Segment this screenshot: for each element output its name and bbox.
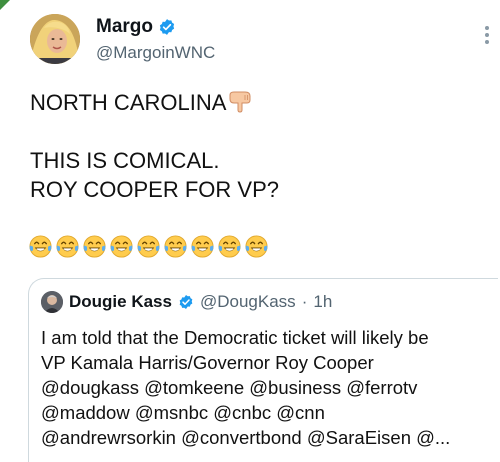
verified-badge-icon — [158, 18, 176, 36]
post-text: NORTH CAROLINA THIS IS COMICAL. ROY COOP… — [30, 88, 279, 204]
quoted-post-header: Dougie Kass @DougKass · 1h — [41, 291, 332, 313]
laughing-emoji-icon — [83, 235, 106, 258]
quoted-post-card[interactable]: Dougie Kass @DougKass · 1h I am told tha… — [28, 278, 498, 462]
laughing-emoji-icon — [245, 235, 268, 258]
quoted-line-2: VP Kamala Harris/Governor Roy Cooper — [41, 352, 374, 373]
more-options-icon[interactable] — [484, 26, 490, 44]
post-line-3: ROY COOPER FOR VP? — [30, 177, 279, 202]
quoted-line-1: I am told that the Democratic ticket wil… — [41, 327, 429, 348]
author-handle[interactable]: @MargoinWNC — [96, 43, 215, 63]
quoted-author-name[interactable]: Dougie Kass — [69, 292, 172, 312]
corner-mark — [0, 0, 10, 10]
quoted-line-3: @dougkass @tomkeene @business @ferrotv — [41, 377, 418, 398]
quoted-author-avatar[interactable] — [41, 291, 63, 313]
author-display-name[interactable]: Margo — [96, 16, 153, 38]
post-line-2: THIS IS COMICAL. — [30, 148, 220, 173]
quoted-separator: · — [301, 292, 308, 311]
laughing-emoji-icon — [56, 235, 79, 258]
laughing-emoji-icon — [137, 235, 160, 258]
laughing-emoji-row — [28, 234, 269, 259]
laughing-emoji-icon — [29, 235, 52, 258]
laughing-emoji-icon — [191, 235, 214, 258]
laughing-emoji-icon — [218, 235, 241, 258]
quoted-line-4: @maddow @msnbc @cnbc @cnn — [41, 402, 325, 423]
quoted-post-body: I am told that the Democratic ticket wil… — [41, 325, 450, 450]
quoted-author-handle[interactable]: @DougKass — [200, 292, 296, 312]
quoted-timestamp[interactable]: 1h — [313, 292, 332, 312]
laughing-emoji-icon — [164, 235, 187, 258]
avatar[interactable] — [30, 14, 80, 64]
laughing-emoji-icon — [110, 235, 133, 258]
quoted-verified-badge-icon — [178, 294, 194, 310]
quoted-line-5: @andrewrsorkin @convertbond @SaraEisen @… — [41, 427, 451, 448]
post-line-1: NORTH CAROLINA — [30, 90, 227, 115]
pointing-down-emoji-icon — [228, 91, 254, 113]
